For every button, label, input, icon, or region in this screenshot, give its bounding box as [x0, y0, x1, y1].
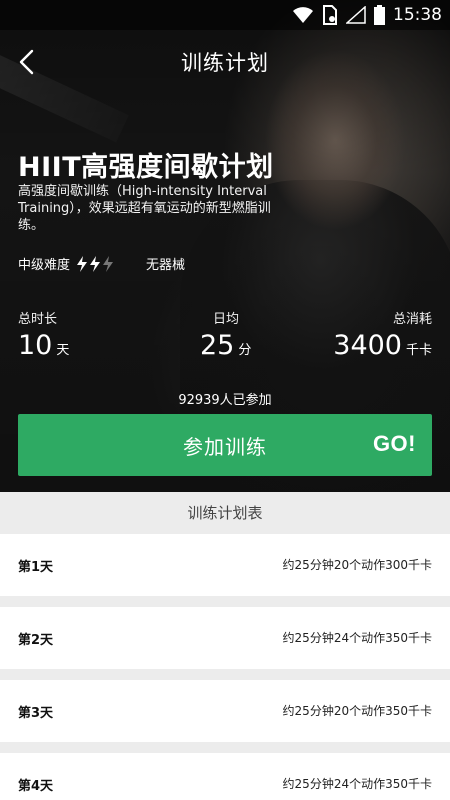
lightning-bolt-icon: [77, 255, 88, 272]
schedule-header: 训练计划表: [0, 492, 450, 534]
participants-count: 92939人已参加: [178, 393, 272, 408]
lightning-bolt-icon: [90, 255, 101, 272]
daily-unit: 分: [238, 343, 252, 358]
day-list: 第1天 约25分钟20个动作300千卡 第2天 约25分钟24个动作350千卡 …: [0, 534, 450, 800]
day-detail: 约25分钟24个动作350千卡: [282, 777, 432, 791]
day-detail: 约25分钟20个动作300千卡: [282, 558, 432, 572]
calories-label: 总消耗: [392, 312, 432, 327]
day-row[interactable]: 第1天 约25分钟20个动作300千卡: [0, 534, 450, 596]
day-name: 第2天: [18, 633, 54, 648]
day-detail: 约25分钟24个动作350千卡: [282, 631, 432, 645]
wifi-icon: [293, 7, 313, 23]
app-root: 15:38 训练计划 HIIT高强度间歇计划 高强度间歇训练（High-inte…: [0, 0, 450, 800]
join-go-label: GO!: [372, 431, 416, 456]
day-name: 第3天: [18, 706, 54, 721]
day-row[interactable]: 第4天 约25分钟24个动作350千卡: [0, 753, 450, 800]
equipment-label: 无器械: [146, 258, 186, 273]
difficulty-bolts: [76, 255, 114, 272]
day-name: 第4天: [18, 779, 54, 794]
difficulty-label: 中级难度: [18, 258, 71, 273]
plan-name: HIIT高强度间歇计划: [18, 152, 274, 183]
duration-value: 10: [18, 330, 53, 361]
day-detail: 约25分钟20个动作350千卡: [282, 704, 432, 718]
battery-icon: [374, 5, 385, 25]
day-name: 第1天: [18, 560, 54, 575]
status-bar: 15:38: [0, 0, 450, 30]
calories-stat: 3400 千卡: [333, 330, 432, 361]
join-button-label: 参加训练: [183, 434, 267, 459]
lightning-bolt-icon: [103, 255, 114, 272]
calories-value: 3400: [333, 330, 402, 361]
page-title: 训练计划: [181, 51, 269, 75]
duration-stat: 10 天: [18, 330, 69, 361]
sim-icon: [323, 5, 337, 25]
day-row[interactable]: 第3天 约25分钟20个动作350千卡: [0, 680, 450, 742]
day-row[interactable]: 第2天 约25分钟24个动作350千卡: [0, 607, 450, 669]
plan-description: 高强度间歇训练（High-intensity Interval Training…: [18, 184, 271, 233]
daily-label: 日均: [213, 312, 240, 327]
duration-unit: 天: [56, 343, 70, 358]
daily-stat: 25 分: [200, 330, 251, 361]
calories-unit: 千卡: [405, 343, 432, 358]
daily-value: 25: [200, 330, 235, 361]
signal-icon: [346, 6, 366, 24]
duration-label: 总时长: [18, 312, 58, 327]
join-training-button[interactable]: 参加训练 GO!: [18, 414, 432, 476]
difficulty-row: 中级难度: [18, 254, 114, 273]
status-time: 15:38: [393, 5, 442, 25]
